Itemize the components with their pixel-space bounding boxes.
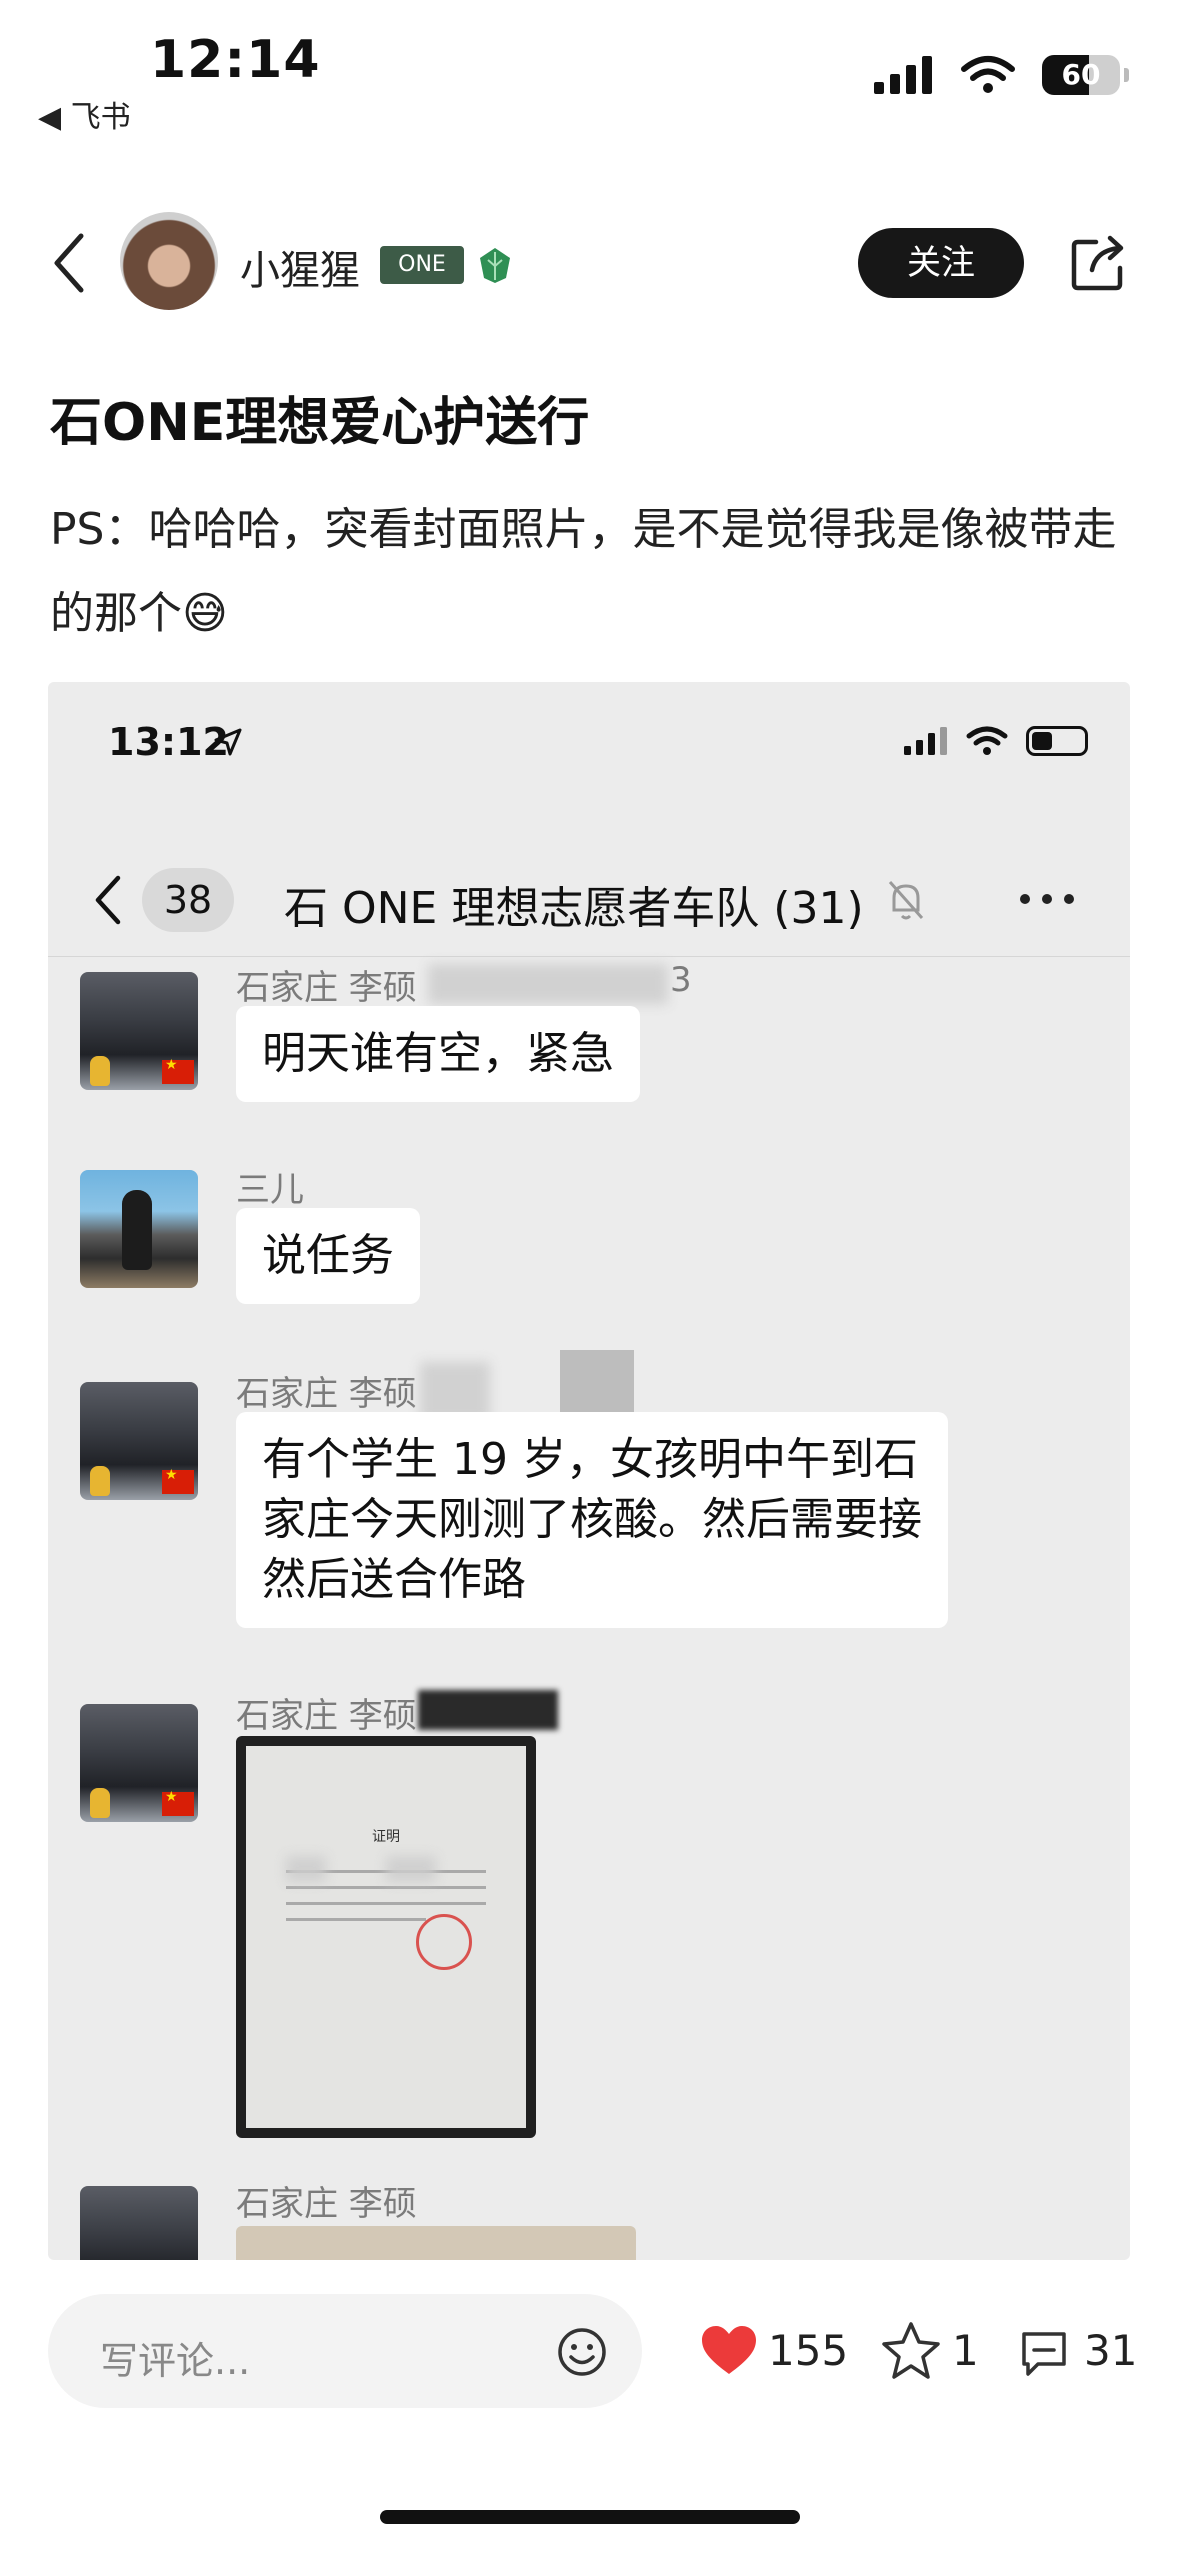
battery-indicator: 60 <box>1042 55 1120 95</box>
emoji-icon[interactable] <box>556 2326 608 2378</box>
message-bubble: 有个学生 19 岁，女孩明中午到石家庄今天刚测了核酸。然后需要接然后送合作路 <box>236 1412 948 1628</box>
comment-icon[interactable] <box>1018 2328 1070 2378</box>
status-icons: 60 <box>874 55 1129 95</box>
post-body: PS：哈哈哈，突看封面照片，是不是觉得我是像被带走的那个😅 <box>50 504 1117 639</box>
favorite-star-icon[interactable] <box>880 2320 942 2382</box>
owner-badge: ONE <box>380 246 464 284</box>
like-count: 155 <box>768 2326 849 2375</box>
location-arrow-icon <box>214 728 242 756</box>
author-name[interactable]: 小猩猩 <box>240 238 360 296</box>
sender-name: 三儿 <box>236 1170 304 1210</box>
like-heart-icon[interactable] <box>700 2324 758 2378</box>
chat-back-icon <box>95 875 121 925</box>
back-to-app-link[interactable]: ◀ 飞书 <box>38 92 131 136</box>
message-bubble: 说任务 <box>236 1208 420 1304</box>
unread-count-badge: 38 <box>142 868 234 932</box>
redacted-block <box>418 1690 558 1730</box>
post-image[interactable]: 13:12 38 石 ONE 理想志愿者车队 (31) 石家庄 李硕 3 明天谁… <box>48 682 1130 2260</box>
home-indicator[interactable] <box>380 2510 800 2524</box>
sender-avatar <box>80 1382 198 1500</box>
sender-avatar <box>80 2186 198 2260</box>
sender-name: 石家庄 李硕 <box>236 1374 417 1414</box>
share-icon[interactable] <box>1068 232 1128 294</box>
cropped-image <box>236 2226 636 2260</box>
sender-name: 石家庄 李硕 <box>236 1696 417 1736</box>
favorite-count: 1 <box>952 2326 979 2375</box>
inner-status-icons <box>904 726 1088 756</box>
document-title: 证明 <box>372 1829 400 1845</box>
sender-avatar <box>80 972 198 1090</box>
chat-group-title: 石 ONE 理想志愿者车队 (31) <box>284 883 864 934</box>
chat-more-icon <box>1020 894 1074 904</box>
inner-battery-icon <box>1026 726 1088 756</box>
leaf-badge-icon <box>480 248 510 283</box>
status-time: 12:14 <box>150 30 321 90</box>
sender-avatar <box>80 1704 198 1822</box>
battery-cap <box>1124 68 1129 82</box>
inner-signal-icon <box>904 727 947 755</box>
post-title: 石ONE理想爱心护送行 <box>50 393 590 453</box>
document-image: 证明 <box>236 1736 536 2138</box>
message-bubble: 明天谁有空，紧急 <box>236 1006 640 1102</box>
wifi-icon <box>961 56 1015 93</box>
sender-name: 石家庄 李硕 <box>236 2184 417 2224</box>
comment-placeholder: 写评论... <box>100 2339 251 2383</box>
follow-button[interactable]: 关注 <box>858 228 1024 298</box>
sender-name: 石家庄 李硕 <box>236 968 417 1008</box>
inner-wifi-icon <box>966 726 1008 755</box>
mute-bell-icon <box>888 881 924 920</box>
redacted-blur <box>428 964 668 1004</box>
sender-avatar <box>80 1170 198 1288</box>
back-arrow-icon[interactable] <box>45 228 95 298</box>
signal-icon <box>874 56 932 94</box>
author-avatar[interactable] <box>120 212 218 310</box>
sender-name-suffix: 3 <box>670 960 692 1000</box>
inner-status-time: 13:12 <box>108 720 229 764</box>
red-stamp <box>416 1914 472 1970</box>
comment-count: 31 <box>1084 2326 1138 2375</box>
battery-percent: 60 <box>1061 58 1101 91</box>
